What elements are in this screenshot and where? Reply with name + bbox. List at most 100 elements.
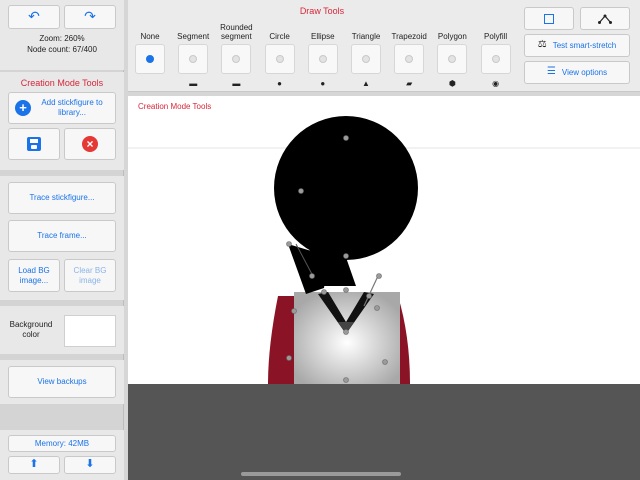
view-options-button[interactable]: ☰ View options <box>524 61 630 84</box>
undo-icon: ↶ <box>28 8 40 25</box>
node <box>321 289 327 295</box>
node <box>366 293 372 299</box>
stickfigure-drawing[interactable] <box>128 96 640 384</box>
trace-frame-button[interactable]: Trace frame... <box>8 220 116 252</box>
draw-tool-label: Polyfill <box>484 32 508 42</box>
radio-dot-icon <box>448 55 457 63</box>
node <box>343 253 349 259</box>
draw-tool-label: Segment <box>177 32 210 42</box>
redo-icon: ↷ <box>84 8 96 25</box>
shape-preview-icon: ▰ <box>406 78 413 88</box>
node <box>343 377 349 383</box>
timeline-area <box>128 384 640 480</box>
draw-tool-radio[interactable] <box>264 44 295 74</box>
draw-tool-radio[interactable] <box>480 44 511 74</box>
add-to-library-button[interactable]: + Add stickfigure to library... <box>8 92 116 124</box>
scale-icon: ⚖ <box>537 39 547 51</box>
draw-tools-title: Draw Tools <box>299 6 345 16</box>
cancel-button[interactable]: × <box>64 128 116 160</box>
radio-dot-icon <box>318 55 327 63</box>
radio-dot-icon <box>275 55 284 63</box>
draw-tool-radio[interactable] <box>437 44 468 74</box>
selection-box-icon <box>544 13 554 24</box>
draw-tools-toolbar: Draw Tools None Segment ▬ Rounded segment ▬ C… <box>128 0 640 92</box>
add-to-library-label: Add stickfigure to library... <box>41 98 103 117</box>
radio-dot-icon <box>232 55 241 63</box>
radio-dot-icon <box>146 55 154 63</box>
background-color-swatch[interactable] <box>64 315 116 347</box>
clear-bg-image-button[interactable]: Clear BG image <box>64 259 116 292</box>
node <box>343 287 349 293</box>
draw-tool-polygon[interactable]: Polygon ⬢ <box>433 22 471 90</box>
save-button[interactable] <box>8 128 60 160</box>
arrow-up-icon: ⬆ <box>29 458 39 471</box>
close-icon: × <box>82 136 98 152</box>
draw-tool-radio[interactable] <box>178 44 209 74</box>
draw-tool-label: Polygon <box>437 32 467 42</box>
view-backups-button[interactable]: View backups <box>8 366 116 398</box>
node <box>291 308 297 314</box>
zoom-text: Zoom: 260% <box>39 34 85 43</box>
background-color-label: Background color <box>9 320 53 340</box>
move-down-button[interactable]: ⬇ <box>64 456 116 474</box>
move-up-button[interactable]: ⬆ <box>8 456 60 474</box>
shape-preview-icon: ▬ <box>232 78 241 88</box>
redo-button[interactable]: ↷ <box>64 5 116 29</box>
draw-tool-label: Circle <box>269 32 290 42</box>
draw-tool-radio[interactable] <box>351 44 381 74</box>
node-mode-button[interactable] <box>580 7 630 30</box>
draw-tool-none[interactable]: None <box>131 22 169 90</box>
memory-indicator: Memory: 42MB <box>8 435 116 452</box>
node <box>343 135 349 141</box>
node <box>343 329 349 335</box>
trace-stickfigure-button[interactable]: Trace stickfigure... <box>8 182 116 214</box>
test-smart-stretch-button[interactable]: ⚖ Test smart-stretch <box>524 34 630 57</box>
shape-preview-icon: ● <box>320 78 326 88</box>
radio-dot-icon <box>491 55 500 63</box>
node <box>309 273 315 279</box>
shape-preview-icon: ◉ <box>492 78 500 88</box>
sliders-icon: ☰ <box>546 66 556 78</box>
draw-tool-triangle[interactable]: Triangle ▲ <box>347 22 385 90</box>
sidebar: ↶ ↷ Zoom: 260% Node count: 67/400 Creati… <box>0 0 124 480</box>
nodes-icon <box>598 14 612 24</box>
radio-dot-icon <box>189 55 198 63</box>
node <box>286 241 292 247</box>
node-count-text: Node count: 67/400 <box>27 45 97 54</box>
shirt-body <box>294 292 400 384</box>
draw-tool-label: None <box>140 32 160 42</box>
draw-tool-radio[interactable] <box>135 44 165 74</box>
shape-preview-icon: ▲ <box>362 78 370 88</box>
radio-dot-icon <box>362 55 370 63</box>
node <box>382 359 388 365</box>
plus-icon: + <box>15 100 31 116</box>
draw-tool-rounded-segment[interactable]: Rounded segment ▬ <box>217 22 255 90</box>
draw-tool-radio[interactable] <box>307 44 338 74</box>
draw-tool-ellipse[interactable]: Ellipse ● <box>304 22 342 90</box>
test-smart-stretch-label: Test smart-stretch <box>552 40 617 50</box>
draw-tool-radio[interactable] <box>394 44 425 74</box>
shape-preview-icon <box>131 76 169 90</box>
shape-preview-icon: ▬ <box>189 78 198 88</box>
draw-tool-polyfill[interactable]: Polyfill ◉ <box>477 22 515 90</box>
node <box>376 273 382 279</box>
editor-canvas[interactable]: Creation Mode Tools <box>128 96 640 384</box>
shape-preview-icon: ● <box>277 78 283 88</box>
view-options-label: View options <box>561 67 608 77</box>
node <box>286 355 292 361</box>
undo-button[interactable]: ↶ <box>8 5 60 29</box>
shape-preview-icon: ⬢ <box>448 78 456 88</box>
radio-dot-icon <box>405 55 414 63</box>
creation-tools-title: Creation Mode Tools <box>20 78 104 88</box>
arrow-down-icon: ⬇ <box>85 458 95 471</box>
draw-tool-label: Ellipse <box>311 32 335 42</box>
load-bg-image-button[interactable]: Load BG image... <box>8 259 60 292</box>
node <box>374 305 380 311</box>
draw-tool-segment[interactable]: Segment ▬ <box>174 22 212 90</box>
draw-tool-label: Triangle <box>351 32 381 42</box>
draw-tool-radio[interactable] <box>221 44 252 74</box>
select-box-button[interactable] <box>524 7 574 30</box>
draw-tool-circle[interactable]: Circle ● <box>261 22 299 90</box>
save-icon <box>27 137 41 151</box>
draw-tool-trapezoid[interactable]: Trapezoid ▰ <box>390 22 428 90</box>
